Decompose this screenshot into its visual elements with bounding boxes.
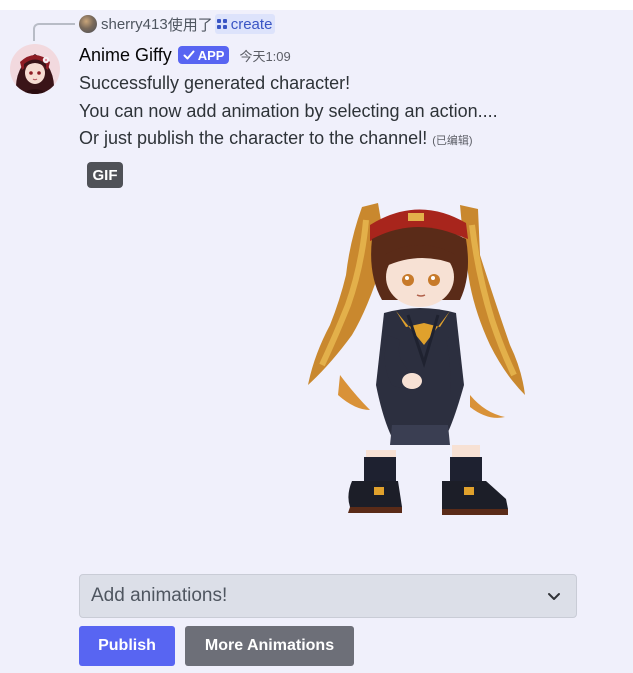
- bot-avatar[interactable]: [10, 44, 60, 94]
- message-line: Or just publish the character to the cha…: [79, 128, 428, 148]
- reply-context[interactable]: sherry413 使用了 create: [79, 13, 276, 35]
- message-line-last: Or just publish the character to the cha…: [79, 125, 498, 156]
- publish-button[interactable]: Publish: [79, 626, 175, 666]
- more-animations-button[interactable]: More Animations: [185, 626, 354, 666]
- command-chip[interactable]: create: [214, 14, 276, 34]
- animation-select[interactable]: Add animations!: [79, 574, 577, 618]
- slash-command-icon: [216, 19, 227, 29]
- edited-indicator[interactable]: (已编辑): [432, 135, 472, 147]
- avatar-image: [10, 44, 60, 94]
- command-name: create: [230, 15, 273, 33]
- message-line: Successfully generated character!: [79, 73, 351, 93]
- app-badge-label: APP: [197, 47, 225, 63]
- reply-action: 使用了: [167, 16, 213, 34]
- app-badge: APP: [177, 46, 230, 64]
- select-placeholder: Add animations!: [91, 585, 228, 606]
- chevron-down-icon: [548, 593, 560, 600]
- reply-username[interactable]: sherry413: [101, 16, 168, 33]
- top-strip: [0, 0, 633, 10]
- chibi-character-image: [308, 203, 525, 515]
- author-name[interactable]: Anime Giffy: [79, 45, 172, 66]
- reply-avatar[interactable]: [79, 15, 97, 33]
- message-header: Anime Giffy APP 今天1:09: [79, 43, 291, 67]
- checkmark-icon: [183, 50, 195, 60]
- reply-spine: [33, 23, 75, 41]
- gif-badge: GIF: [87, 162, 123, 188]
- message-content: Successfully generated character! You ca…: [79, 70, 498, 156]
- timestamp[interactable]: 今天1:09: [239, 46, 290, 65]
- message-line: You can now add animation by selecting a…: [79, 100, 498, 121]
- character-gif[interactable]: [300, 195, 530, 520]
